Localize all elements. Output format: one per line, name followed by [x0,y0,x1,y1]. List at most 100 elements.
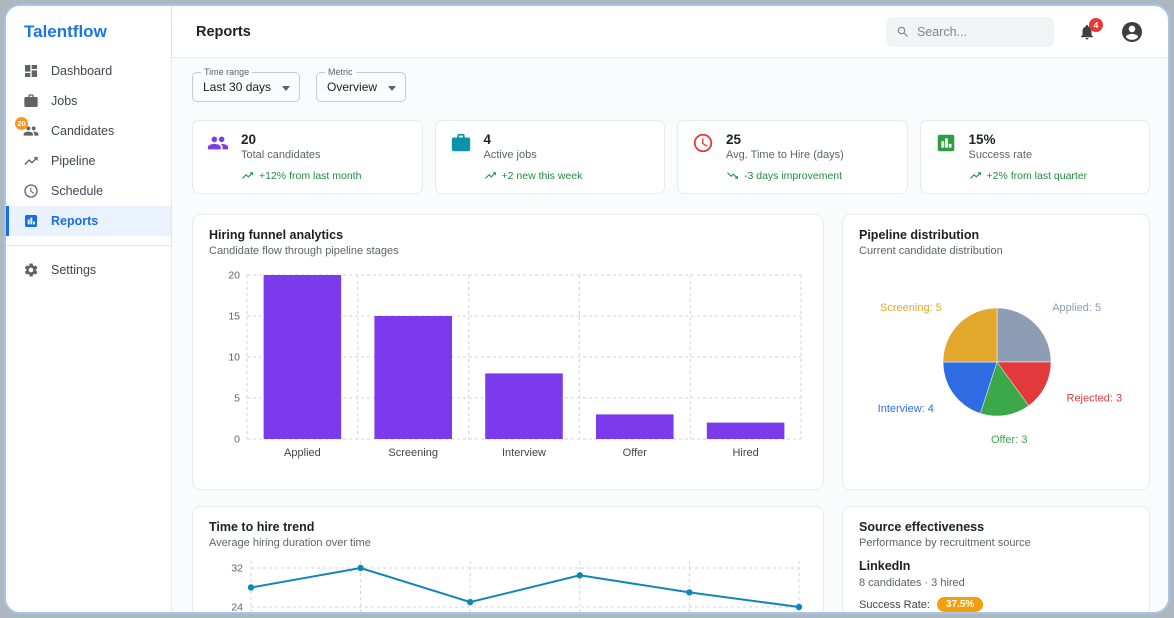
trend-up-icon [242,172,253,179]
pipeline-pie-chart: Applied: 5 Rejected: 3 Offer: 3 Interview: … [859,265,1133,460]
trend-icon [23,153,39,169]
svg-text:Rejected: 3: Rejected: 3 [1067,392,1123,404]
sidebar-item-dashboard[interactable]: Dashboard [6,56,171,86]
charts-row-1: Hiring funnel analytics Candidate flow t… [192,214,1150,490]
card-title: Pipeline distribution [859,228,980,242]
search-box[interactable] [886,16,1054,47]
svg-text:0: 0 [234,434,240,446]
stat-value: 4 [483,132,492,147]
avatar[interactable] [1120,20,1144,44]
svg-text:Offer: Offer [623,447,648,459]
filters-row: Time range Last 30 days Metric Overview [192,67,1150,102]
svg-text:Interview: 4: Interview: 4 [878,403,934,415]
svg-text:Applied: Applied [284,447,321,459]
briefcase-icon [23,93,39,109]
svg-text:10: 10 [228,352,240,364]
sidebar-item-candidates[interactable]: 20 Candidates [6,116,171,146]
stat-card-active-jobs: 4 Active jobs +2 new this week [434,120,665,194]
source-item: LinkedIn 8 candidates · 3 hired Success Ra… [859,559,1133,612]
briefcase-icon [450,132,472,154]
sidebar-item-label: Pipeline [51,154,96,168]
trend-up-icon [969,172,981,179]
app-window: Talentflow Dashboard Jobs 20 Candidates Pipe… [4,4,1170,614]
clock-icon [692,132,714,154]
chevron-down-icon [388,86,397,91]
metric-select[interactable]: Metric Overview [316,67,407,102]
sidebar-item-label: Settings [51,263,97,277]
svg-text:Applied: 5: Applied: 5 [1052,302,1101,314]
dashboard-icon [23,63,39,79]
hiring-funnel-card: Hiring funnel analytics Candidate flow t… [192,214,824,490]
candidates-count-badge: 20 [15,117,28,130]
source-success-rate: Success Rate: 37.5% [859,597,1133,612]
success-rate-badge: 37.5% [936,597,984,612]
svg-text:24: 24 [231,602,243,613]
sources-list: LinkedIn 8 candidates · 3 hired Success Ra… [859,559,1133,612]
sidebar-item-label: Schedule [51,184,104,198]
card-title: Time to hire trend [209,520,315,534]
chart-icon [23,213,39,229]
source-effectiveness-card: Source effectiveness Performance by recr… [842,506,1150,612]
header-actions: 4 [886,16,1144,47]
chevron-down-icon [282,86,291,91]
notification-badge: 4 [1089,17,1103,32]
time-to-hire-line-chart: 32 24 [209,557,807,612]
search-icon [897,26,908,37]
svg-text:Interview: Interview [502,447,546,459]
charts-row-2: Time to hire trend Average hiring durati… [192,506,1150,612]
sidebar-item-jobs[interactable]: Jobs [6,86,171,116]
sidebar-item-settings[interactable]: Settings [6,255,171,285]
main-area: Reports 4 Time range Last 30 d [172,6,1168,612]
account-circle-icon [1122,21,1142,42]
card-subtitle: Current candidate distribution [859,245,1003,257]
stat-label: Success rate [968,149,1033,161]
time-to-hire-card: Time to hire trend Average hiring durati… [192,506,824,612]
svg-text:15: 15 [228,311,240,323]
card-subtitle: Average hiring duration over time [209,537,371,549]
svg-text:5: 5 [234,393,240,405]
sidebar-item-label: Candidates [51,124,115,138]
sidebar-nav: Dashboard Jobs 20 Candidates Pipeline Schedul… [6,56,171,285]
search-input[interactable] [917,24,1044,39]
svg-text:20: 20 [228,270,240,282]
sidebar-item-reports[interactable]: Reports [6,206,171,236]
hiring-funnel-bar-chart: 0 5 10 15 20 Applied Screening Interview Offer Hi… [209,265,807,476]
time-range-select[interactable]: Time range Last 30 days [192,67,301,102]
top-header: Reports 4 [172,6,1168,58]
sidebar: Talentflow Dashboard Jobs 20 Candidates Pipe… [6,6,172,612]
time-range-label: Time range [201,67,253,77]
stat-value: 20 [241,132,257,147]
time-range-value: Last 30 days [203,80,272,94]
clock-icon [23,183,39,199]
svg-text:Screening: Screening [388,447,438,459]
stat-trend: -3 days improvement [726,169,893,182]
svg-text:Offer: 3: Offer: 3 [991,434,1027,446]
page-title: Reports [196,23,251,40]
svg-text:Screening: 5: Screening: 5 [880,302,942,314]
chart-icon [935,132,957,154]
stat-label: Total candidates [241,149,321,161]
card-title: Source effectiveness [859,520,985,534]
stat-card-avg-time-to-hire-days: 25 Avg. Time to Hire (days) -3 days improv… [677,120,908,194]
trend-down-icon [727,172,738,179]
stats-row: 20 Total candidates +12% from last month 4 A… [192,120,1150,194]
source-name: LinkedIn [859,559,911,573]
sidebar-item-label: Dashboard [51,64,113,78]
people-icon: 20 [15,117,39,139]
stat-trend: +12% from last month [241,169,408,182]
sidebar-item-label: Reports [51,214,99,228]
sidebar-divider [6,245,171,246]
metric-value: Overview [327,80,378,94]
source-detail: 8 candidates · 3 hired [859,577,965,589]
notifications-button[interactable]: 4 [1078,17,1103,41]
svg-text:32: 32 [231,563,243,575]
content-area: Time range Last 30 days Metric Overview … [172,58,1168,612]
sidebar-item-schedule[interactable]: Schedule [6,176,171,206]
stat-label: Active jobs [483,149,537,161]
gear-icon [23,262,39,278]
metric-label: Metric [325,67,356,77]
people-icon [207,132,229,154]
sidebar-item-pipeline[interactable]: Pipeline [6,146,171,176]
sidebar-item-label: Jobs [51,94,78,108]
pipeline-distribution-card: Pipeline distribution Current candidate … [842,214,1150,490]
